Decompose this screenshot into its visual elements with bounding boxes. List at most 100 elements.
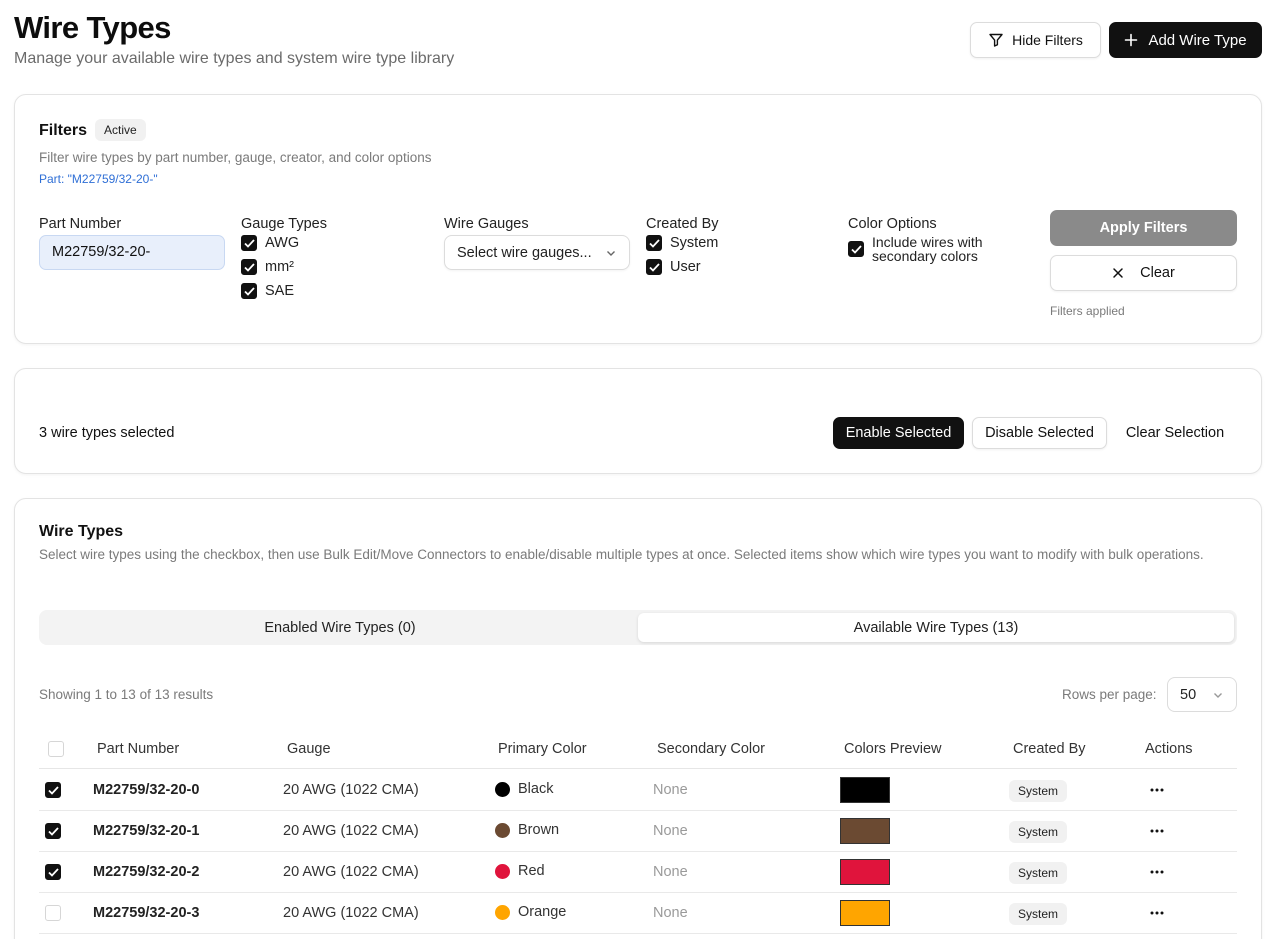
row-part-number: M22759/32-20-0 <box>93 782 200 798</box>
table-row[interactable]: M22759/32-20-0 20 AWG (1022 CMA) Black N… <box>39 770 1237 811</box>
color-preview-swatch <box>840 777 890 803</box>
filters-card: Filters Active Filter wire types by part… <box>14 94 1262 344</box>
row-primary-color-label: Red <box>518 863 545 879</box>
enable-selected-button[interactable]: Enable Selected <box>833 417 964 449</box>
hide-filters-button[interactable]: Hide Filters <box>970 22 1101 58</box>
row-checkbox[interactable] <box>45 864 61 880</box>
row-actions-button[interactable] <box>1143 819 1171 843</box>
row-gauge: 20 AWG (1022 CMA) <box>283 782 419 798</box>
clear-selection-button[interactable]: Clear Selection <box>1117 417 1233 449</box>
gauge-mm2-label: mm² <box>265 259 294 275</box>
clear-filters-label: Clear <box>1140 265 1175 281</box>
rows-per-page-value: 50 <box>1180 686 1197 703</box>
color-preview-swatch <box>840 818 890 844</box>
row-part-number: M22759/32-20-1 <box>93 823 200 839</box>
checkbox-checked[interactable] <box>646 259 662 275</box>
apply-filters-button[interactable]: Apply Filters <box>1050 210 1237 246</box>
wire-gauges-placeholder: Select wire gauges... <box>457 244 592 261</box>
row-part-number: M22759/32-20-3 <box>93 905 200 921</box>
created-by-badge: System <box>1009 903 1068 925</box>
row-primary-color: Black <box>495 781 553 797</box>
row-primary-color: Brown <box>495 822 559 838</box>
include-secondary-colors-label: Include wires with secondary colors <box>872 234 983 264</box>
add-wire-type-label: Add Wire Type <box>1148 31 1247 49</box>
add-wire-type-button[interactable]: Add Wire Type <box>1109 22 1262 58</box>
row-checkbox[interactable] <box>45 823 61 839</box>
created-by-system-option[interactable]: System <box>646 235 718 251</box>
column-header-created-by[interactable]: Created By <box>1013 741 1086 757</box>
gauge-awg-option[interactable]: AWG <box>241 235 299 251</box>
table-row[interactable]: M22759/32-20-3 20 AWG (1022 CMA) Orange … <box>39 893 1237 934</box>
more-horizontal-icon <box>1150 911 1164 915</box>
row-primary-color: Red <box>495 863 545 879</box>
gauge-sae-option[interactable]: SAE <box>241 283 294 299</box>
results-count: Showing 1 to 13 of 13 results <box>39 687 214 702</box>
color-dot <box>495 781 510 797</box>
column-header-part-number[interactable]: Part Number <box>97 741 179 757</box>
page-title: Wire Types <box>14 10 171 45</box>
plus-icon <box>1124 33 1138 47</box>
gauge-types-label: Gauge Types <box>241 216 327 232</box>
filters-title: Filters <box>39 122 88 139</box>
column-header-primary-color[interactable]: Primary Color <box>498 741 587 757</box>
row-gauge: 20 AWG (1022 CMA) <box>283 864 419 880</box>
table-row[interactable]: M22759/32-20-2 20 AWG (1022 CMA) Red Non… <box>39 852 1237 893</box>
row-checkbox[interactable] <box>45 905 61 921</box>
select-all-checkbox[interactable] <box>48 741 64 757</box>
chevron-down-icon <box>1212 689 1224 701</box>
row-actions-button[interactable] <box>1143 901 1171 925</box>
column-header-colors-preview: Colors Preview <box>844 741 942 757</box>
row-checkbox[interactable] <box>45 782 61 798</box>
row-secondary-color: None <box>653 905 688 921</box>
created-by-badge: System <box>1009 821 1068 843</box>
checkbox-checked[interactable] <box>241 235 257 251</box>
gauge-awg-label: AWG <box>265 235 300 251</box>
created-by-user-label: User <box>670 259 701 275</box>
gauge-mm2-option[interactable]: mm² <box>241 259 294 275</box>
row-primary-color-label: Orange <box>518 904 567 920</box>
include-secondary-colors-option[interactable]: Include wires with secondary colors <box>848 235 1008 263</box>
column-header-gauge[interactable]: Gauge <box>287 741 331 757</box>
more-horizontal-icon <box>1150 788 1164 792</box>
color-preview-swatch <box>840 859 890 885</box>
tab-available-wire-types[interactable]: Available Wire Types (13) <box>638 613 1234 642</box>
tab-enabled-wire-types[interactable]: Enabled Wire Types (0) <box>42 613 638 642</box>
close-icon <box>1112 267 1124 279</box>
page-subtitle: Manage your available wire types and sys… <box>14 50 455 67</box>
wire-types-description: Select wire types using the checkbox, th… <box>39 547 1204 562</box>
wire-types-card: Wire Types Select wire types using the c… <box>14 498 1262 939</box>
row-gauge: 20 AWG (1022 CMA) <box>283 823 419 839</box>
wire-types-title: Wire Types <box>39 523 124 540</box>
row-actions-button[interactable] <box>1143 860 1171 884</box>
checkbox-checked[interactable] <box>848 241 864 257</box>
table-row[interactable]: M22759/32-20-1 20 AWG (1022 CMA) Brown N… <box>39 811 1237 852</box>
color-options-label: Color Options <box>848 216 937 232</box>
row-primary-color: Orange <box>495 904 566 920</box>
rows-per-page-select[interactable]: 50 <box>1167 677 1237 712</box>
part-number-label: Part Number <box>39 216 122 232</box>
checkbox-checked[interactable] <box>241 283 257 299</box>
checkbox-checked[interactable] <box>646 235 662 251</box>
filters-status-badge: Active <box>95 119 146 141</box>
wire-gauges-select[interactable]: Select wire gauges... <box>444 235 630 270</box>
checkbox-checked[interactable] <box>241 259 257 275</box>
created-by-user-option[interactable]: User <box>646 259 701 275</box>
color-dot <box>495 904 510 920</box>
rows-per-page-label: Rows per page: <box>1062 687 1157 702</box>
bulk-selection-card: 3 wire types selected Enable Selected Di… <box>14 368 1262 474</box>
created-by-badge: System <box>1009 780 1068 802</box>
clear-filters-button[interactable]: Clear <box>1050 255 1237 291</box>
created-by-system-label: System <box>670 235 719 251</box>
disable-selected-button[interactable]: Disable Selected <box>972 417 1107 449</box>
part-number-input[interactable]: M22759/32-20- <box>39 235 225 270</box>
row-actions-button[interactable] <box>1143 778 1171 802</box>
created-by-badge: System <box>1009 862 1068 884</box>
more-horizontal-icon <box>1150 829 1164 833</box>
created-by-label: Created By <box>646 216 719 232</box>
filters-applied-status: Filters applied <box>1050 304 1125 318</box>
selection-summary: 3 wire types selected <box>39 425 175 441</box>
wire-types-tabs: Enabled Wire Types (0) Available Wire Ty… <box>39 610 1237 645</box>
column-header-secondary-color[interactable]: Secondary Color <box>657 741 765 757</box>
filters-description: Filter wire types by part number, gauge,… <box>39 150 432 165</box>
row-secondary-color: None <box>653 782 688 798</box>
